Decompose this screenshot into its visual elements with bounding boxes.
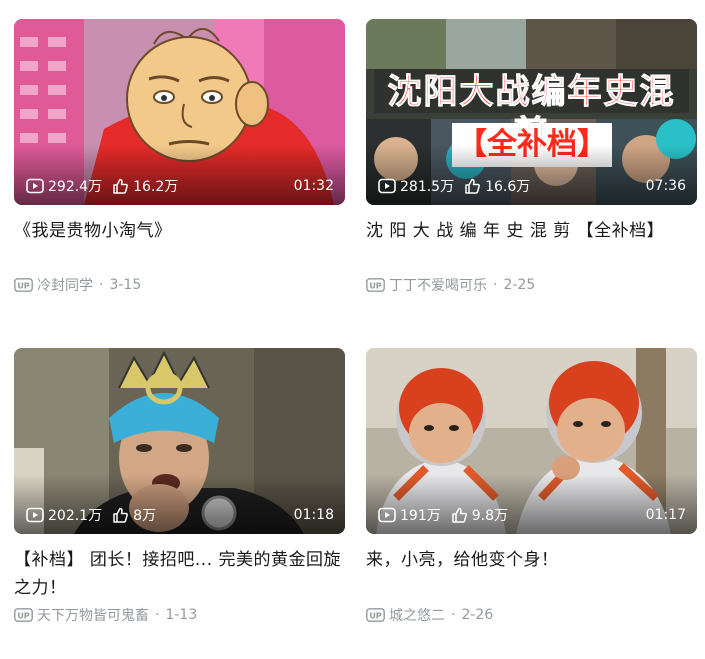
video-card[interactable]: 202.1万 8万 01:18 【补档】 团长！接招吧... 完美的黄金回旋之力…: [14, 348, 345, 624]
like-count-text: 8万: [133, 508, 157, 524]
view-count-text: 281.5万: [400, 179, 455, 195]
play-count-icon: [378, 178, 396, 194]
play-count-icon: [378, 507, 396, 523]
video-title[interactable]: 来，小亮，给他变个身！: [366, 546, 697, 602]
svg-text:UP: UP: [369, 612, 381, 621]
like-count: 16.2万: [112, 176, 178, 196]
thumbs-up-icon: [113, 178, 128, 194]
view-count: 191万: [378, 505, 441, 525]
video-duration: 01:32: [293, 178, 334, 194]
video-thumbnail[interactable]: 沈阳大战编年史混剪 【全补档】 281.5万 16.6万 07:36: [366, 19, 697, 205]
uploader-name[interactable]: 天下万物皆可鬼畜: [37, 605, 149, 625]
separator-dot: ·: [493, 277, 498, 293]
svg-text:UP: UP: [17, 282, 29, 291]
up-badge-icon: UP: [14, 608, 33, 622]
like-count-text: 9.8万: [471, 508, 508, 524]
video-thumbnail[interactable]: 191万 9.8万 01:17: [366, 348, 697, 534]
video-duration: 01:18: [293, 507, 334, 523]
video-thumbnail[interactable]: 292.4万 16.2万 01:32: [14, 19, 345, 205]
video-thumbnail[interactable]: 202.1万 8万 01:18: [14, 348, 345, 534]
like-count-text: 16.6万: [485, 179, 531, 195]
uploader-name[interactable]: 丁丁不爱喝可乐: [389, 275, 487, 295]
view-count-text: 191万: [400, 508, 441, 524]
view-count: 292.4万: [26, 176, 102, 196]
like-count-text: 16.2万: [133, 179, 179, 195]
like-count: 9.8万: [451, 505, 508, 525]
uploader-name[interactable]: 冷封同学: [37, 275, 93, 295]
video-card[interactable]: 沈阳大战编年史混剪 【全补档】 281.5万 16.6万 07:36 沈 阳 大…: [366, 19, 697, 294]
svg-text:UP: UP: [17, 612, 29, 621]
svg-text:UP: UP: [369, 282, 381, 291]
upload-date: 1-13: [165, 607, 198, 623]
video-meta: UP 天下万物皆可鬼畜 · 1-13: [14, 605, 197, 625]
like-count: 16.6万: [464, 176, 530, 196]
thumbnail-gradient: [14, 145, 345, 205]
view-count: 202.1万: [26, 505, 102, 525]
thumbnail-stats: 292.4万 16.2万 01:32: [26, 176, 334, 196]
video-meta: UP 冷封同学 · 3-15: [14, 275, 141, 295]
separator-dot: ·: [451, 607, 456, 623]
separator-dot: ·: [99, 277, 104, 293]
thumbnail-gradient: [14, 474, 345, 534]
video-card[interactable]: 191万 9.8万 01:17 来，小亮，给他变个身！ UP 城之悠二 · 2-…: [366, 348, 697, 624]
thumbs-up-icon: [113, 507, 128, 523]
separator-dot: ·: [155, 607, 160, 623]
video-meta: UP 丁丁不爱喝可乐 · 2-25: [366, 275, 535, 295]
video-meta: UP 城之悠二 · 2-26: [366, 605, 493, 625]
video-card[interactable]: 292.4万 16.2万 01:32 《我是贵物小淘气》 UP 冷封同学 · 3…: [14, 19, 345, 294]
thumbnail-stats: 191万 9.8万 01:17: [378, 505, 686, 525]
thumbnail-stats: 281.5万 16.6万 07:36: [378, 176, 686, 196]
play-count-icon: [26, 178, 44, 194]
view-count-text: 292.4万: [48, 179, 103, 195]
view-count: 281.5万: [378, 176, 454, 196]
like-count: 8万: [112, 505, 156, 525]
view-count-text: 202.1万: [48, 508, 103, 524]
thumbnail-gradient: [366, 145, 697, 205]
play-count-icon: [26, 507, 44, 523]
video-title[interactable]: 【补档】 团长！接招吧... 完美的黄金回旋之力！: [14, 546, 345, 602]
thumbs-up-icon: [465, 178, 480, 194]
up-badge-icon: UP: [366, 278, 385, 292]
thumbnail-stats: 202.1万 8万 01:18: [26, 505, 334, 525]
upload-date: 3-15: [109, 277, 142, 293]
video-duration: 07:36: [645, 178, 686, 194]
upload-date: 2-25: [503, 277, 536, 293]
video-duration: 01:17: [645, 507, 686, 523]
video-title[interactable]: 沈 阳 大 战 编 年 史 混 剪 【全补档】: [366, 217, 697, 273]
uploader-name[interactable]: 城之悠二: [389, 605, 445, 625]
up-badge-icon: UP: [366, 608, 385, 622]
video-title[interactable]: 《我是贵物小淘气》: [14, 217, 345, 273]
thumbs-up-icon: [451, 507, 467, 523]
upload-date: 2-26: [461, 607, 494, 623]
up-badge-icon: UP: [14, 278, 33, 292]
thumbnail-gradient: [366, 474, 697, 534]
